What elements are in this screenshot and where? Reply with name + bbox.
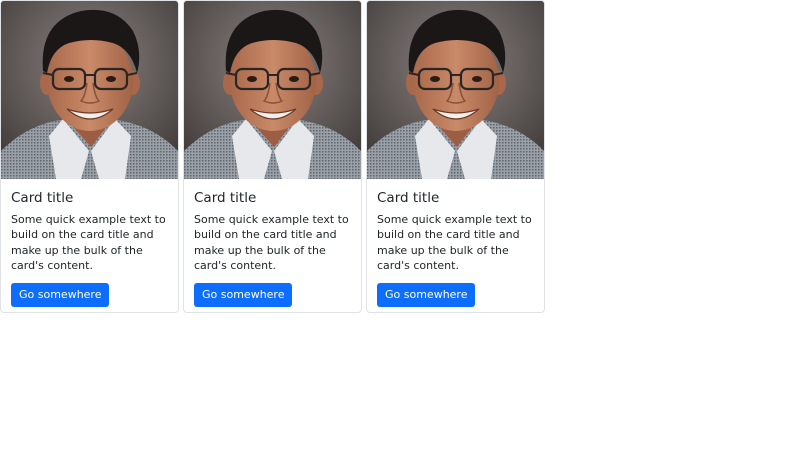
card-image [184,1,361,179]
card-text: Some quick example text to build on the … [194,213,349,272]
go-somewhere-button[interactable]: Go somewhere [377,283,476,308]
card-image [367,1,544,179]
card-title: Card title [194,190,257,206]
card-text: Some quick example text to build on the … [11,213,166,272]
card-body: Card title Some quick example text to bu… [1,179,178,308]
card-text: Some quick example text to build on the … [377,213,532,272]
card: Card title Some quick example text to bu… [183,0,362,313]
cards-row: Card title Some quick example text to bu… [0,0,545,313]
go-somewhere-button[interactable]: Go somewhere [11,283,110,308]
card-title: Card title [377,190,440,206]
card-image [1,1,178,179]
card: Card title Some quick example text to bu… [0,0,179,313]
go-somewhere-button[interactable]: Go somewhere [194,283,293,308]
card: Card title Some quick example text to bu… [366,0,545,313]
card-body: Card title Some quick example text to bu… [367,179,544,308]
card-title: Card title [11,190,74,206]
card-body: Card title Some quick example text to bu… [184,179,361,308]
